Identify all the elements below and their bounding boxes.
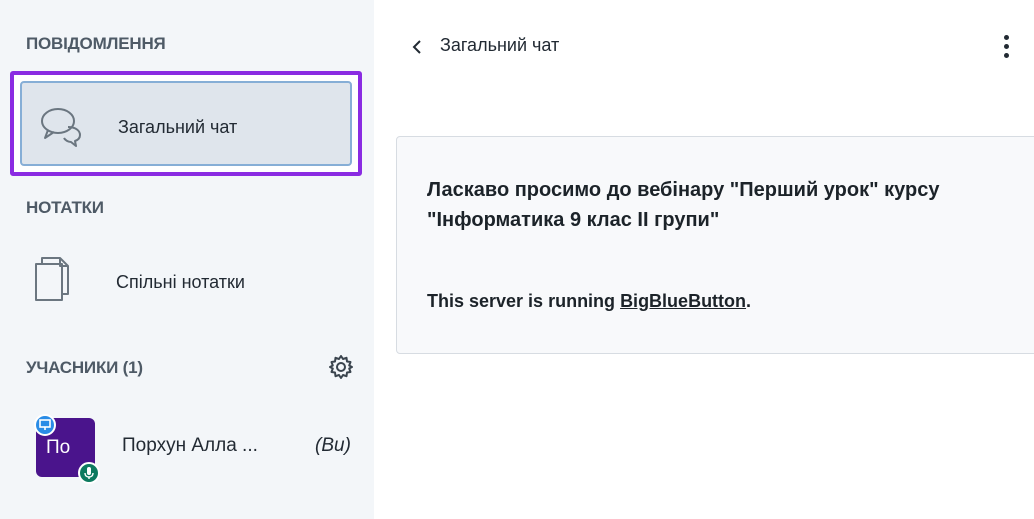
welcome-message: Ласкаво просимо до вебінару "Перший урок… bbox=[427, 179, 940, 231]
microphone-badge bbox=[78, 462, 100, 484]
server-info-suffix: . bbox=[746, 291, 752, 311]
public-chat-item-highlight: Загальний чат bbox=[20, 81, 352, 166]
server-info: This server is running BigBlueButton. bbox=[427, 291, 751, 312]
server-info-prefix: This server is running bbox=[427, 291, 621, 311]
messages-section-title: ПОВІДОМЛЕННЯ bbox=[26, 34, 166, 53]
you-label: (Ви) bbox=[315, 435, 351, 456]
welcome-message-box: Ласкаво просимо до вебінару "Перший урок… bbox=[396, 136, 1034, 354]
user-list-sidebar: ПОВІДОМЛЕННЯ Загальний чат НОТАТКИ Спіль… bbox=[0, 0, 374, 519]
kebab-dot bbox=[1004, 44, 1009, 49]
microphone-icon bbox=[84, 467, 94, 479]
public-chat-item[interactable]: Загальний чат bbox=[10, 71, 362, 176]
notes-section-title: НОТАТКИ bbox=[26, 198, 104, 217]
presenter-badge bbox=[34, 414, 56, 436]
shared-notes-label: Спільні нотатки bbox=[116, 272, 245, 292]
bbb-app: ПОВІДОМЛЕННЯ Загальний чат НОТАТКИ Спіль… bbox=[0, 0, 1034, 519]
kebab-dot bbox=[1004, 35, 1009, 40]
kebab-dot bbox=[1004, 53, 1009, 58]
participant-name: Порхун Алла ... bbox=[122, 435, 258, 456]
public-chat-label: Загальний чат bbox=[118, 117, 238, 137]
participant-row[interactable]: По Порхун Алла ... (Ви) bbox=[10, 408, 370, 488]
shared-notes-item[interactable]: Спільні нотатки bbox=[10, 244, 362, 334]
chat-title: Загальний чат bbox=[440, 35, 560, 55]
presentation-icon bbox=[39, 419, 51, 430]
chat-bubbles-icon bbox=[41, 108, 81, 147]
participants-section-title: УЧАСНИКИ (1) bbox=[26, 358, 143, 377]
chat-back-button[interactable]: Загальний чат bbox=[410, 34, 630, 60]
chat-options-menu-icon[interactable] bbox=[998, 32, 1014, 62]
document-copy-icon bbox=[35, 257, 69, 301]
avatar: По bbox=[34, 414, 100, 484]
bigbluebutton-link[interactable]: BigBlueButton bbox=[620, 291, 746, 311]
chevron-left-icon bbox=[412, 40, 421, 54]
gear-icon[interactable] bbox=[328, 354, 354, 380]
avatar-initials: По bbox=[46, 437, 71, 458]
